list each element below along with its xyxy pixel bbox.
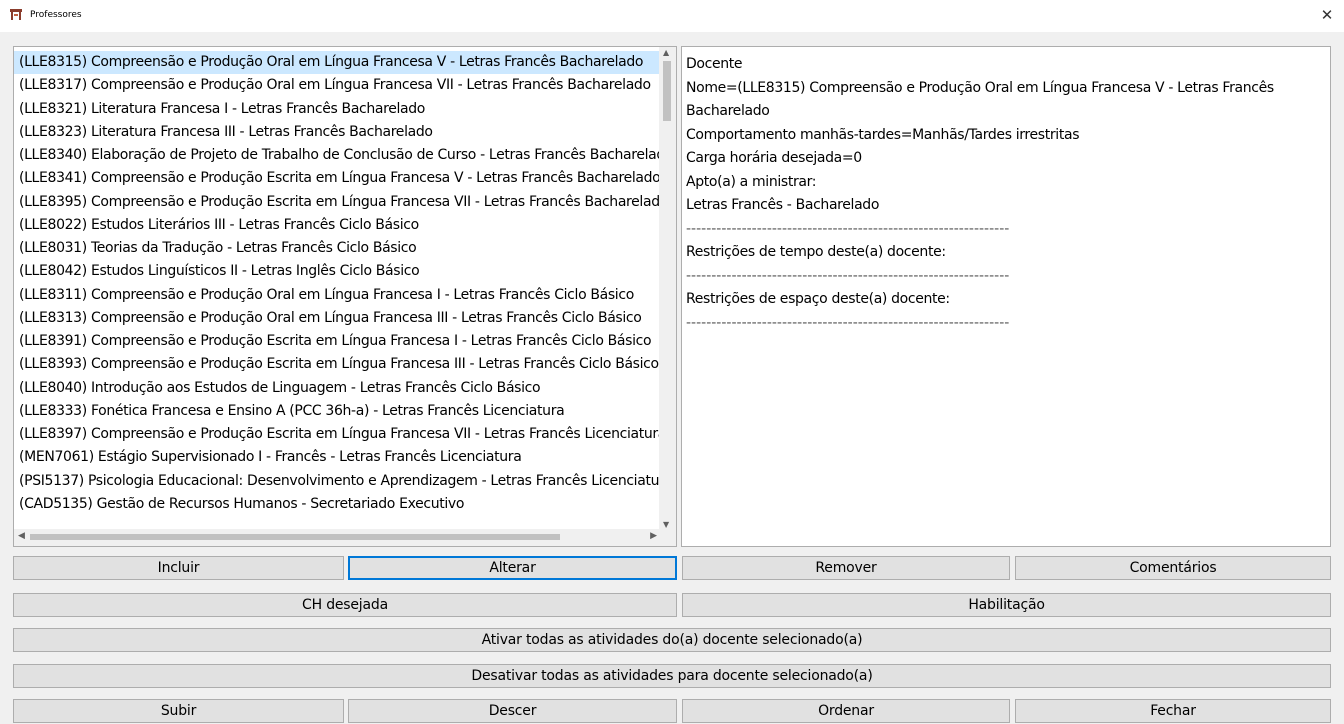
list-item[interactable]: (LLE8323) Literatura Francesa III - Letr… [14, 121, 659, 144]
list-item[interactable]: (LLE8311) Compreensão e Produção Oral em… [14, 284, 659, 307]
list-item[interactable]: (LLE8391) Compreensão e Produção Escrita… [14, 330, 659, 353]
list-item[interactable]: (LLE8397) Compreensão e Produção Escrita… [14, 423, 659, 446]
title-bar: Professores ✕ [0, 0, 1344, 32]
list-item[interactable]: (LLE8031) Teorias da Tradução - Letras F… [14, 237, 659, 260]
detail-separator: ----------------------------------------… [686, 314, 1010, 331]
close-icon[interactable]: ✕ [1316, 5, 1338, 25]
ordenar-button[interactable]: Ordenar [682, 699, 1010, 723]
app-icon [10, 9, 22, 20]
detail-separator: ----------------------------------------… [686, 267, 1010, 284]
list-item[interactable]: (LLE8022) Estudos Literários III - Letra… [14, 214, 659, 237]
list-item[interactable]: (LLE8315) Compreensão e Produção Oral em… [14, 51, 659, 75]
habilitacao-button[interactable]: Habilitação [682, 593, 1331, 617]
ativar-atividades-button[interactable]: Ativar todas as atividades do(a) docente… [13, 628, 1331, 652]
detail-line: Restrições de espaço deste(a) docente: [686, 291, 950, 307]
scroll-up-icon[interactable]: ▲ [663, 48, 669, 57]
detail-separator: ----------------------------------------… [686, 220, 1010, 237]
detail-line: Apto(a) a ministrar: [686, 173, 817, 190]
window-title: Professores [30, 10, 82, 20]
vertical-scrollbar[interactable]: ▲ ▼ [659, 47, 676, 530]
comentarios-button[interactable]: Comentários [1015, 556, 1331, 580]
list-item[interactable]: (CAD5135) Gestão de Recursos Humanos - S… [14, 493, 659, 516]
detail-line: Nome=(LLE8315) Compreensão e Produção Or… [686, 79, 1274, 96]
list-item[interactable]: (LLE8042) Estudos Linguísticos II - Letr… [14, 260, 659, 283]
fechar-button[interactable]: Fechar [1015, 699, 1331, 723]
list-item[interactable]: (PSI5137) Psicologia Educacional: Desenv… [14, 470, 659, 493]
list-item[interactable]: (LLE8317) Compreensão e Produção Oral em… [14, 74, 659, 97]
list-item[interactable]: (LLE8313) Compreensão e Produção Oral em… [14, 307, 659, 330]
list-item[interactable]: (MEN7061) Estágio Supervisionado I - Fra… [14, 446, 659, 469]
list-item[interactable]: (LLE8395) Compreensão e Produção Escrita… [14, 191, 659, 214]
professor-list[interactable]: (LLE8315) Compreensão e Produção Oral em… [13, 46, 677, 547]
detail-line: Carga horária desejada=0 [686, 150, 862, 166]
detail-line: Letras Francês - Bacharelado [686, 197, 880, 213]
scroll-right-icon[interactable]: ▶ [650, 531, 657, 541]
desativar-atividades-button[interactable]: Desativar todas as atividades para docen… [13, 664, 1331, 688]
scroll-down-icon[interactable]: ▼ [663, 520, 669, 529]
ch-desejada-button[interactable]: CH desejada [13, 593, 677, 617]
detail-line: Docente [686, 56, 743, 72]
list-item[interactable]: (LLE8333) Fonética Francesa e Ensino A (… [14, 400, 659, 423]
list-item[interactable]: (LLE8040) Introdução aos Estudos de Ling… [14, 377, 659, 400]
list-item[interactable]: (LLE8321) Literatura Francesa I - Letras… [14, 98, 659, 121]
list-items: (LLE8315) Compreensão e Produção Oral em… [14, 51, 659, 516]
incluir-button[interactable]: Incluir [13, 556, 344, 580]
descer-button[interactable]: Descer [348, 699, 677, 723]
alterar-button[interactable]: Alterar [348, 556, 677, 580]
list-item[interactable]: (LLE8393) Compreensão e Produção Escrita… [14, 353, 659, 376]
list-item[interactable]: (LLE8341) Compreensão e Produção Escrita… [14, 167, 659, 190]
remover-button[interactable]: Remover [682, 556, 1010, 580]
subir-button[interactable]: Subir [13, 699, 344, 723]
detail-line: Restrições de tempo deste(a) docente: [686, 244, 946, 260]
details-panel: Docente Nome=(LLE8315) Compreensão e Prod… [681, 46, 1331, 547]
detail-line: Bacharelado [686, 103, 770, 119]
detail-line: Comportamento manhãs-tardes=Manhãs/Tarde… [686, 126, 1080, 143]
horizontal-scroll-thumb[interactable] [30, 534, 560, 540]
vertical-scroll-thumb[interactable] [663, 61, 671, 121]
scroll-left-icon[interactable]: ◀ [18, 531, 25, 541]
scrollbar-corner [659, 529, 676, 546]
list-item[interactable]: (LLE8340) Elaboração de Projeto de Traba… [14, 144, 659, 167]
horizontal-scrollbar[interactable]: ◀ ▶ [14, 529, 661, 546]
